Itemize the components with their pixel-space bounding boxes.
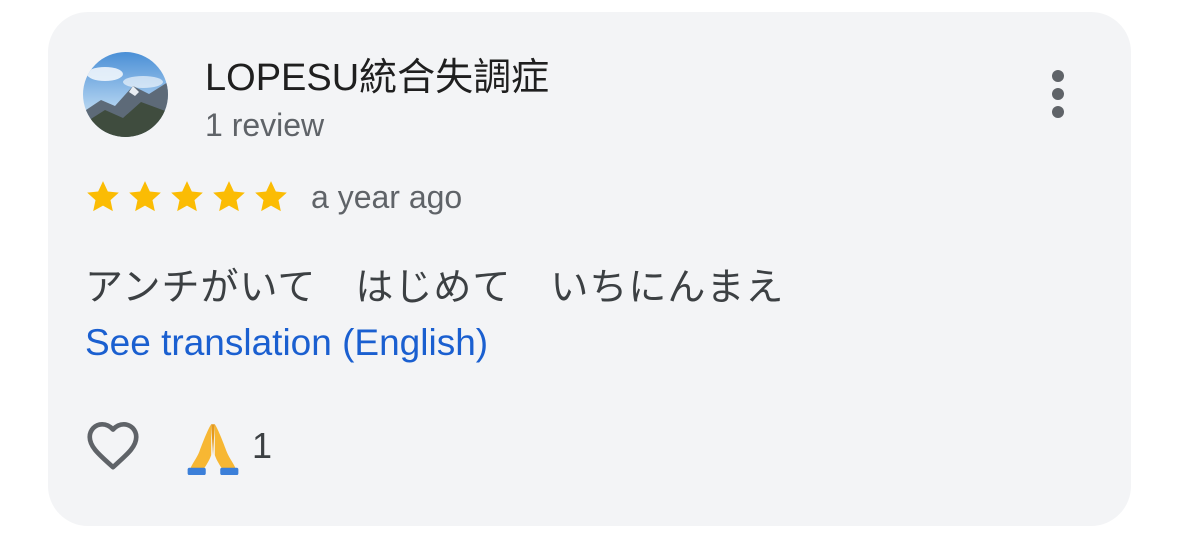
star-icon (171, 181, 203, 212)
review-card: LOPESU統合失調症 1 review a year ago アンチがいて は… (48, 12, 1131, 526)
star-rating (83, 177, 293, 217)
star-icon (255, 181, 287, 212)
author-review-count[interactable]: 1 review (205, 107, 324, 144)
review-time: a year ago (311, 178, 463, 215)
author-name[interactable]: LOPESU統合失調症 (205, 46, 549, 101)
reaction-count: 1 (252, 425, 273, 466)
review-text: アンチがいて はじめて いちにんまえ (85, 267, 785, 309)
see-translation-link[interactable]: See translation (English) (85, 322, 488, 364)
more-dot (1052, 70, 1064, 82)
folded-hands-emoji (187, 424, 239, 475)
star-icon (129, 181, 161, 212)
more-dot (1052, 106, 1064, 118)
star-icon (213, 181, 245, 212)
author-avatar[interactable] (83, 52, 168, 137)
more-dot (1052, 88, 1064, 100)
more-vert-icon[interactable] (1038, 64, 1078, 124)
avatar-mountain-image (83, 52, 168, 137)
rating-row: a year ago (83, 174, 462, 220)
reaction-button[interactable]: 1 (184, 416, 272, 476)
heart-outline-icon[interactable] (82, 414, 144, 476)
star-icon (87, 181, 119, 212)
